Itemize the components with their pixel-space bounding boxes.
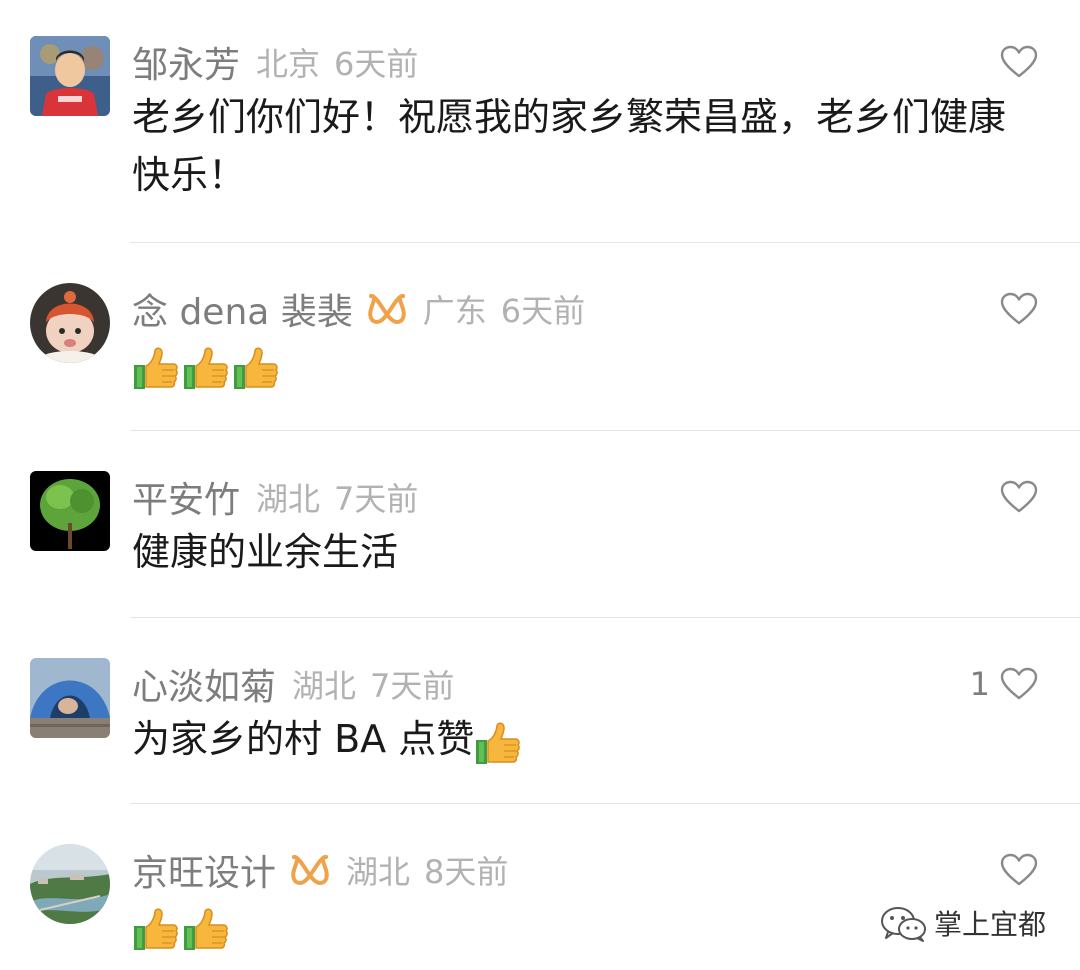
comment-text-body: 为家乡的村 BA 点赞: [132, 717, 475, 761]
comment-location: 湖北: [256, 480, 321, 518]
thumbs-up-emoji-icon: [182, 345, 230, 391]
comment-meta: 念 dena 裴裴 广东 6天前: [132, 283, 585, 335]
comment-time: 6天前: [334, 45, 419, 83]
thumbs-up-emoji-icon: [232, 345, 280, 391]
commenter-name[interactable]: 念 dena 裴裴: [132, 283, 353, 335]
comment-text: [132, 335, 1032, 393]
avatar[interactable]: [30, 283, 110, 363]
comment-meta: 心淡如菊 湖北 7天前: [132, 658, 454, 710]
comment-item: 念 dena 裴裴 广东 6天前: [0, 243, 1080, 430]
orange-badge-icon: [367, 292, 407, 326]
avatar[interactable]: [30, 471, 110, 551]
thumbs-up-emoji-icon: [132, 906, 180, 952]
comment-item: 平安竹 湖北 7天前 健康的业余生活: [0, 431, 1080, 618]
thumbs-up-emoji-icon: [182, 906, 230, 952]
heart-outline-icon[interactable]: [1000, 667, 1038, 701]
comment-location: 北京: [256, 45, 321, 83]
comment-item: 心淡如菊 湖北 7天前 1 为家乡的村 BA 点赞: [0, 618, 1080, 804]
watermark-text: 掌上宜都: [933, 908, 1046, 941]
comment-text: 老乡们你们好！祝愿我的家乡繁荣昌盛，老乡们健康快乐！: [132, 95, 1007, 197]
comment-item: 邹永芳 北京 6天前 老乡们你们好！祝愿我的家乡繁荣昌盛，老乡们健康快乐！: [0, 0, 1080, 243]
commenter-name[interactable]: 邹永芳: [132, 36, 240, 88]
commenter-name[interactable]: 京旺设计: [132, 844, 276, 896]
like-button[interactable]: [1000, 850, 1038, 890]
avatar[interactable]: [30, 36, 110, 116]
comment-location: 湖北: [346, 853, 411, 891]
heart-outline-icon[interactable]: [1000, 45, 1038, 79]
comment-time: 7天前: [370, 667, 455, 705]
thumbs-up-emoji-group: [474, 718, 524, 766]
comment-time: 7天前: [334, 480, 419, 518]
thumbs-up-emoji-icon: [132, 345, 180, 391]
comment-time: 6天前: [500, 292, 586, 330]
like-button[interactable]: [1000, 477, 1038, 517]
comment-time: 8天前: [424, 853, 509, 891]
commenter-name[interactable]: 平安竹: [132, 471, 240, 523]
comment-text: 为家乡的村 BA 点赞: [132, 710, 1032, 768]
heart-outline-icon[interactable]: [1000, 480, 1038, 514]
like-count: 1: [969, 665, 990, 703]
avatar[interactable]: [30, 658, 110, 738]
thumbs-up-emoji-group: [132, 343, 282, 391]
wechat-icon: [880, 907, 926, 942]
watermark: 掌上宜都: [878, 900, 1046, 946]
comment-location: 湖北: [292, 667, 357, 705]
heart-outline-icon[interactable]: [1000, 292, 1038, 326]
like-button[interactable]: 1: [970, 664, 1038, 704]
comment-meta: 平安竹 湖北 7天前: [132, 471, 418, 523]
orange-badge-icon: [290, 853, 330, 887]
comment-meta: 邹永芳 北京 6天前: [132, 36, 418, 88]
heart-outline-icon[interactable]: [1000, 853, 1038, 887]
thumbs-up-emoji-group: [132, 904, 232, 952]
comment-location: 广东: [422, 292, 487, 330]
comment-meta: 京旺设计 湖北 8天前: [132, 844, 508, 896]
like-button[interactable]: [1000, 42, 1038, 82]
comment-text: 健康的业余生活: [132, 530, 399, 574]
commenter-name[interactable]: 心淡如菊: [132, 658, 276, 710]
like-button[interactable]: [1000, 289, 1038, 329]
thumbs-up-emoji-icon: [474, 720, 522, 766]
avatar[interactable]: [30, 844, 110, 924]
